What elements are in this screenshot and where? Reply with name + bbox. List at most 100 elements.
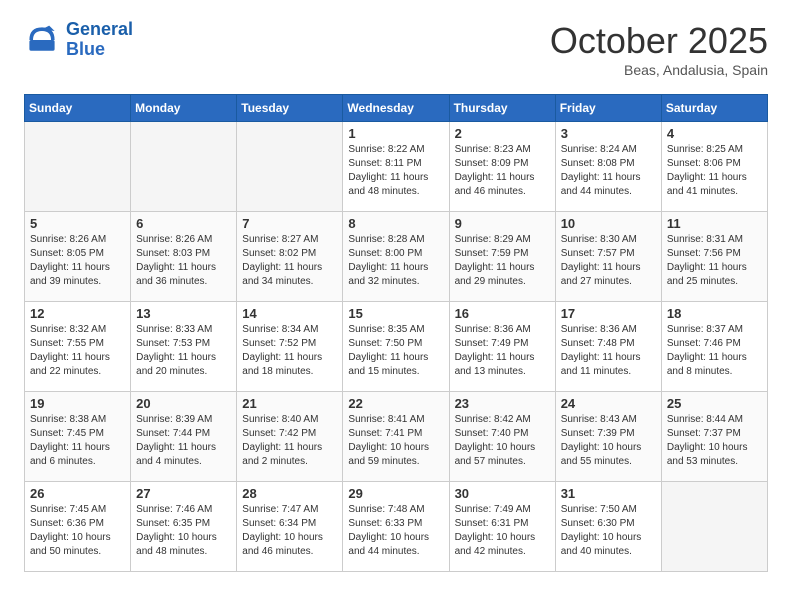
day-number: 14 xyxy=(242,306,337,321)
calendar-cell: 20 Sunrise: 8:39 AMSunset: 7:44 PMDayligh… xyxy=(131,392,237,482)
calendar-cell: 23 Sunrise: 8:42 AMSunset: 7:40 PMDayligh… xyxy=(449,392,555,482)
calendar-cell: 24 Sunrise: 8:43 AMSunset: 7:39 PMDayligh… xyxy=(555,392,661,482)
day-info: Sunrise: 7:47 AMSunset: 6:34 PMDaylight:… xyxy=(242,503,337,559)
calendar-table: SundayMondayTuesdayWednesdayThursdayFrid… xyxy=(24,94,768,572)
calendar-header-row: SundayMondayTuesdayWednesdayThursdayFrid… xyxy=(25,95,768,122)
header-friday: Friday xyxy=(555,95,661,122)
calendar-cell: 4 Sunrise: 8:25 AMSunset: 8:06 PMDaylight… xyxy=(661,122,767,212)
calendar-cell: 29 Sunrise: 7:48 AMSunset: 6:33 PMDayligh… xyxy=(343,482,449,572)
logo-icon xyxy=(24,22,60,58)
day-number: 24 xyxy=(561,396,656,411)
day-number: 16 xyxy=(455,306,550,321)
calendar-cell: 1 Sunrise: 8:22 AMSunset: 8:11 PMDaylight… xyxy=(343,122,449,212)
logo: General Blue xyxy=(24,20,133,60)
day-info: Sunrise: 8:43 AMSunset: 7:39 PMDaylight:… xyxy=(561,413,656,469)
calendar-cell: 13 Sunrise: 8:33 AMSunset: 7:53 PMDayligh… xyxy=(131,302,237,392)
day-number: 2 xyxy=(455,126,550,141)
calendar-cell: 11Sunrise: 8:31 AMSunset: 7:56 PMDayligh… xyxy=(661,212,767,302)
calendar-cell: 10 Sunrise: 8:30 AMSunset: 7:57 PMDayligh… xyxy=(555,212,661,302)
day-number: 26 xyxy=(30,486,125,501)
day-number: 8 xyxy=(348,216,443,231)
calendar-cell: 21Sunrise: 8:40 AMSunset: 7:42 PMDayligh… xyxy=(237,392,343,482)
calendar-week-row: 19 Sunrise: 8:38 AMSunset: 7:45 PMDayligh… xyxy=(25,392,768,482)
calendar-cell: 27 Sunrise: 7:46 AMSunset: 6:35 PMDayligh… xyxy=(131,482,237,572)
day-info: Sunrise: 8:27 AMSunset: 8:02 PMDaylight:… xyxy=(242,233,337,289)
day-info: Sunrise: 8:39 AMSunset: 7:44 PMDaylight:… xyxy=(136,413,231,469)
calendar-cell xyxy=(661,482,767,572)
day-info: Sunrise: 7:48 AMSunset: 6:33 PMDaylight:… xyxy=(348,503,443,559)
day-info: Sunrise: 8:28 AMSunset: 8:00 PMDaylight:… xyxy=(348,233,443,289)
day-number: 22 xyxy=(348,396,443,411)
day-number: 23 xyxy=(455,396,550,411)
calendar-cell: 3 Sunrise: 8:24 AMSunset: 8:08 PMDaylight… xyxy=(555,122,661,212)
day-number: 30 xyxy=(455,486,550,501)
header-thursday: Thursday xyxy=(449,95,555,122)
day-number: 18 xyxy=(667,306,762,321)
day-info: Sunrise: 8:33 AMSunset: 7:53 PMDaylight:… xyxy=(136,323,231,379)
calendar-week-row: 1 Sunrise: 8:22 AMSunset: 8:11 PMDaylight… xyxy=(25,122,768,212)
calendar-week-row: 26 Sunrise: 7:45 AMSunset: 6:36 PMDayligh… xyxy=(25,482,768,572)
calendar-cell: 5 Sunrise: 8:26 AMSunset: 8:05 PMDaylight… xyxy=(25,212,131,302)
header-saturday: Saturday xyxy=(661,95,767,122)
page-header: General Blue October 2025 Beas, Andalusi… xyxy=(24,20,768,78)
day-info: Sunrise: 8:23 AMSunset: 8:09 PMDaylight:… xyxy=(455,143,550,199)
day-number: 12 xyxy=(30,306,125,321)
calendar-cell: 25Sunrise: 8:44 AMSunset: 7:37 PMDayligh… xyxy=(661,392,767,482)
day-info: Sunrise: 8:36 AMSunset: 7:49 PMDaylight:… xyxy=(455,323,550,379)
calendar-cell: 31 Sunrise: 7:50 AMSunset: 6:30 PMDayligh… xyxy=(555,482,661,572)
day-info: Sunrise: 7:46 AMSunset: 6:35 PMDaylight:… xyxy=(136,503,231,559)
day-info: Sunrise: 8:24 AMSunset: 8:08 PMDaylight:… xyxy=(561,143,656,199)
day-info: Sunrise: 8:40 AMSunset: 7:42 PMDaylight:… xyxy=(242,413,337,469)
day-info: Sunrise: 8:37 AMSunset: 7:46 PMDaylight:… xyxy=(667,323,762,379)
day-number: 29 xyxy=(348,486,443,501)
day-info: Sunrise: 8:35 AMSunset: 7:50 PMDaylight:… xyxy=(348,323,443,379)
day-number: 13 xyxy=(136,306,231,321)
title-block: October 2025 Beas, Andalusia, Spain xyxy=(550,20,768,78)
header-tuesday: Tuesday xyxy=(237,95,343,122)
day-number: 25 xyxy=(667,396,762,411)
day-number: 6 xyxy=(136,216,231,231)
calendar-cell: 28Sunrise: 7:47 AMSunset: 6:34 PMDayligh… xyxy=(237,482,343,572)
calendar-cell xyxy=(131,122,237,212)
day-number: 4 xyxy=(667,126,762,141)
day-number: 7 xyxy=(242,216,337,231)
calendar-cell xyxy=(25,122,131,212)
day-number: 9 xyxy=(455,216,550,231)
logo-text: General Blue xyxy=(66,20,133,60)
day-number: 31 xyxy=(561,486,656,501)
day-info: Sunrise: 8:22 AMSunset: 8:11 PMDaylight:… xyxy=(348,143,443,199)
calendar-cell: 30 Sunrise: 7:49 AMSunset: 6:31 PMDayligh… xyxy=(449,482,555,572)
day-info: Sunrise: 8:29 AMSunset: 7:59 PMDaylight:… xyxy=(455,233,550,289)
calendar-cell: 16 Sunrise: 8:36 AMSunset: 7:49 PMDayligh… xyxy=(449,302,555,392)
calendar-cell: 22 Sunrise: 8:41 AMSunset: 7:41 PMDayligh… xyxy=(343,392,449,482)
day-number: 5 xyxy=(30,216,125,231)
calendar-cell: 26 Sunrise: 7:45 AMSunset: 6:36 PMDayligh… xyxy=(25,482,131,572)
day-number: 19 xyxy=(30,396,125,411)
day-info: Sunrise: 8:26 AMSunset: 8:03 PMDaylight:… xyxy=(136,233,231,289)
day-number: 10 xyxy=(561,216,656,231)
header-monday: Monday xyxy=(131,95,237,122)
day-number: 20 xyxy=(136,396,231,411)
calendar-cell: 19 Sunrise: 8:38 AMSunset: 7:45 PMDayligh… xyxy=(25,392,131,482)
day-number: 1 xyxy=(348,126,443,141)
day-info: Sunrise: 7:49 AMSunset: 6:31 PMDaylight:… xyxy=(455,503,550,559)
calendar-cell: 18 Sunrise: 8:37 AMSunset: 7:46 PMDayligh… xyxy=(661,302,767,392)
day-info: Sunrise: 8:42 AMSunset: 7:40 PMDaylight:… xyxy=(455,413,550,469)
calendar-cell: 2 Sunrise: 8:23 AMSunset: 8:09 PMDaylight… xyxy=(449,122,555,212)
day-info: Sunrise: 8:34 AMSunset: 7:52 PMDaylight:… xyxy=(242,323,337,379)
day-number: 15 xyxy=(348,306,443,321)
day-info: Sunrise: 8:26 AMSunset: 8:05 PMDaylight:… xyxy=(30,233,125,289)
day-info: Sunrise: 7:45 AMSunset: 6:36 PMDaylight:… xyxy=(30,503,125,559)
day-info: Sunrise: 8:30 AMSunset: 7:57 PMDaylight:… xyxy=(561,233,656,289)
calendar-week-row: 12 Sunrise: 8:32 AMSunset: 7:55 PMDayligh… xyxy=(25,302,768,392)
day-info: Sunrise: 8:38 AMSunset: 7:45 PMDaylight:… xyxy=(30,413,125,469)
day-info: Sunrise: 8:41 AMSunset: 7:41 PMDaylight:… xyxy=(348,413,443,469)
day-number: 11 xyxy=(667,216,762,231)
day-info: Sunrise: 8:25 AMSunset: 8:06 PMDaylight:… xyxy=(667,143,762,199)
day-number: 3 xyxy=(561,126,656,141)
day-info: Sunrise: 8:32 AMSunset: 7:55 PMDaylight:… xyxy=(30,323,125,379)
day-number: 27 xyxy=(136,486,231,501)
calendar-cell: 15 Sunrise: 8:35 AMSunset: 7:50 PMDayligh… xyxy=(343,302,449,392)
day-info: Sunrise: 7:50 AMSunset: 6:30 PMDaylight:… xyxy=(561,503,656,559)
header-sunday: Sunday xyxy=(25,95,131,122)
